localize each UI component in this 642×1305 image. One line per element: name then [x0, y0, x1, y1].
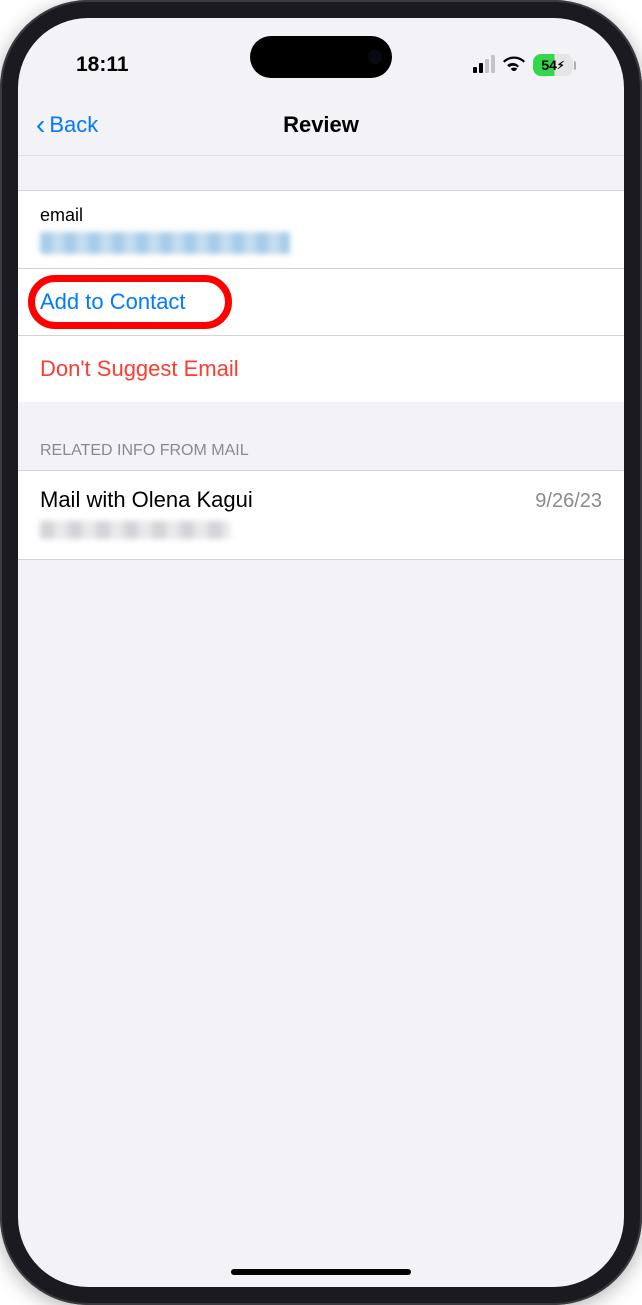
dynamic-island — [250, 36, 392, 78]
add-to-contact-button[interactable]: Add to Contact — [18, 269, 624, 336]
email-value-redacted — [40, 232, 290, 254]
content: email Add to Contact Don't Suggest Email… — [18, 190, 624, 560]
cellular-signal-icon — [473, 57, 495, 73]
related-mail-item[interactable]: Mail with Olena Kagui 9/26/23 — [18, 470, 624, 560]
back-button[interactable]: ‹ Back — [36, 111, 98, 139]
home-indicator[interactable] — [231, 1269, 411, 1275]
status-time: 18:11 — [76, 53, 129, 77]
mail-date: 9/26/23 — [535, 490, 602, 513]
related-section-header: RELATED INFO FROM MAIL — [18, 402, 624, 470]
dont-suggest-email-button[interactable]: Don't Suggest Email — [18, 336, 624, 402]
screen: 18:11 54⚡︎ ‹ Back — [18, 18, 624, 1287]
wifi-icon — [503, 55, 525, 75]
mail-snippet-redacted — [40, 521, 230, 539]
phone-frame: 18:11 54⚡︎ ‹ Back — [0, 0, 642, 1305]
back-label: Back — [49, 112, 98, 138]
battery-icon: 54⚡︎ — [533, 54, 576, 76]
battery-percent: 54 — [541, 57, 557, 73]
page-title: Review — [283, 112, 359, 138]
nav-bar: ‹ Back Review — [18, 94, 624, 156]
chevron-left-icon: ‹ — [36, 111, 45, 139]
email-info-row[interactable]: email — [18, 190, 624, 269]
email-label: email — [40, 205, 602, 226]
mail-title: Mail with Olena Kagui — [40, 487, 253, 513]
